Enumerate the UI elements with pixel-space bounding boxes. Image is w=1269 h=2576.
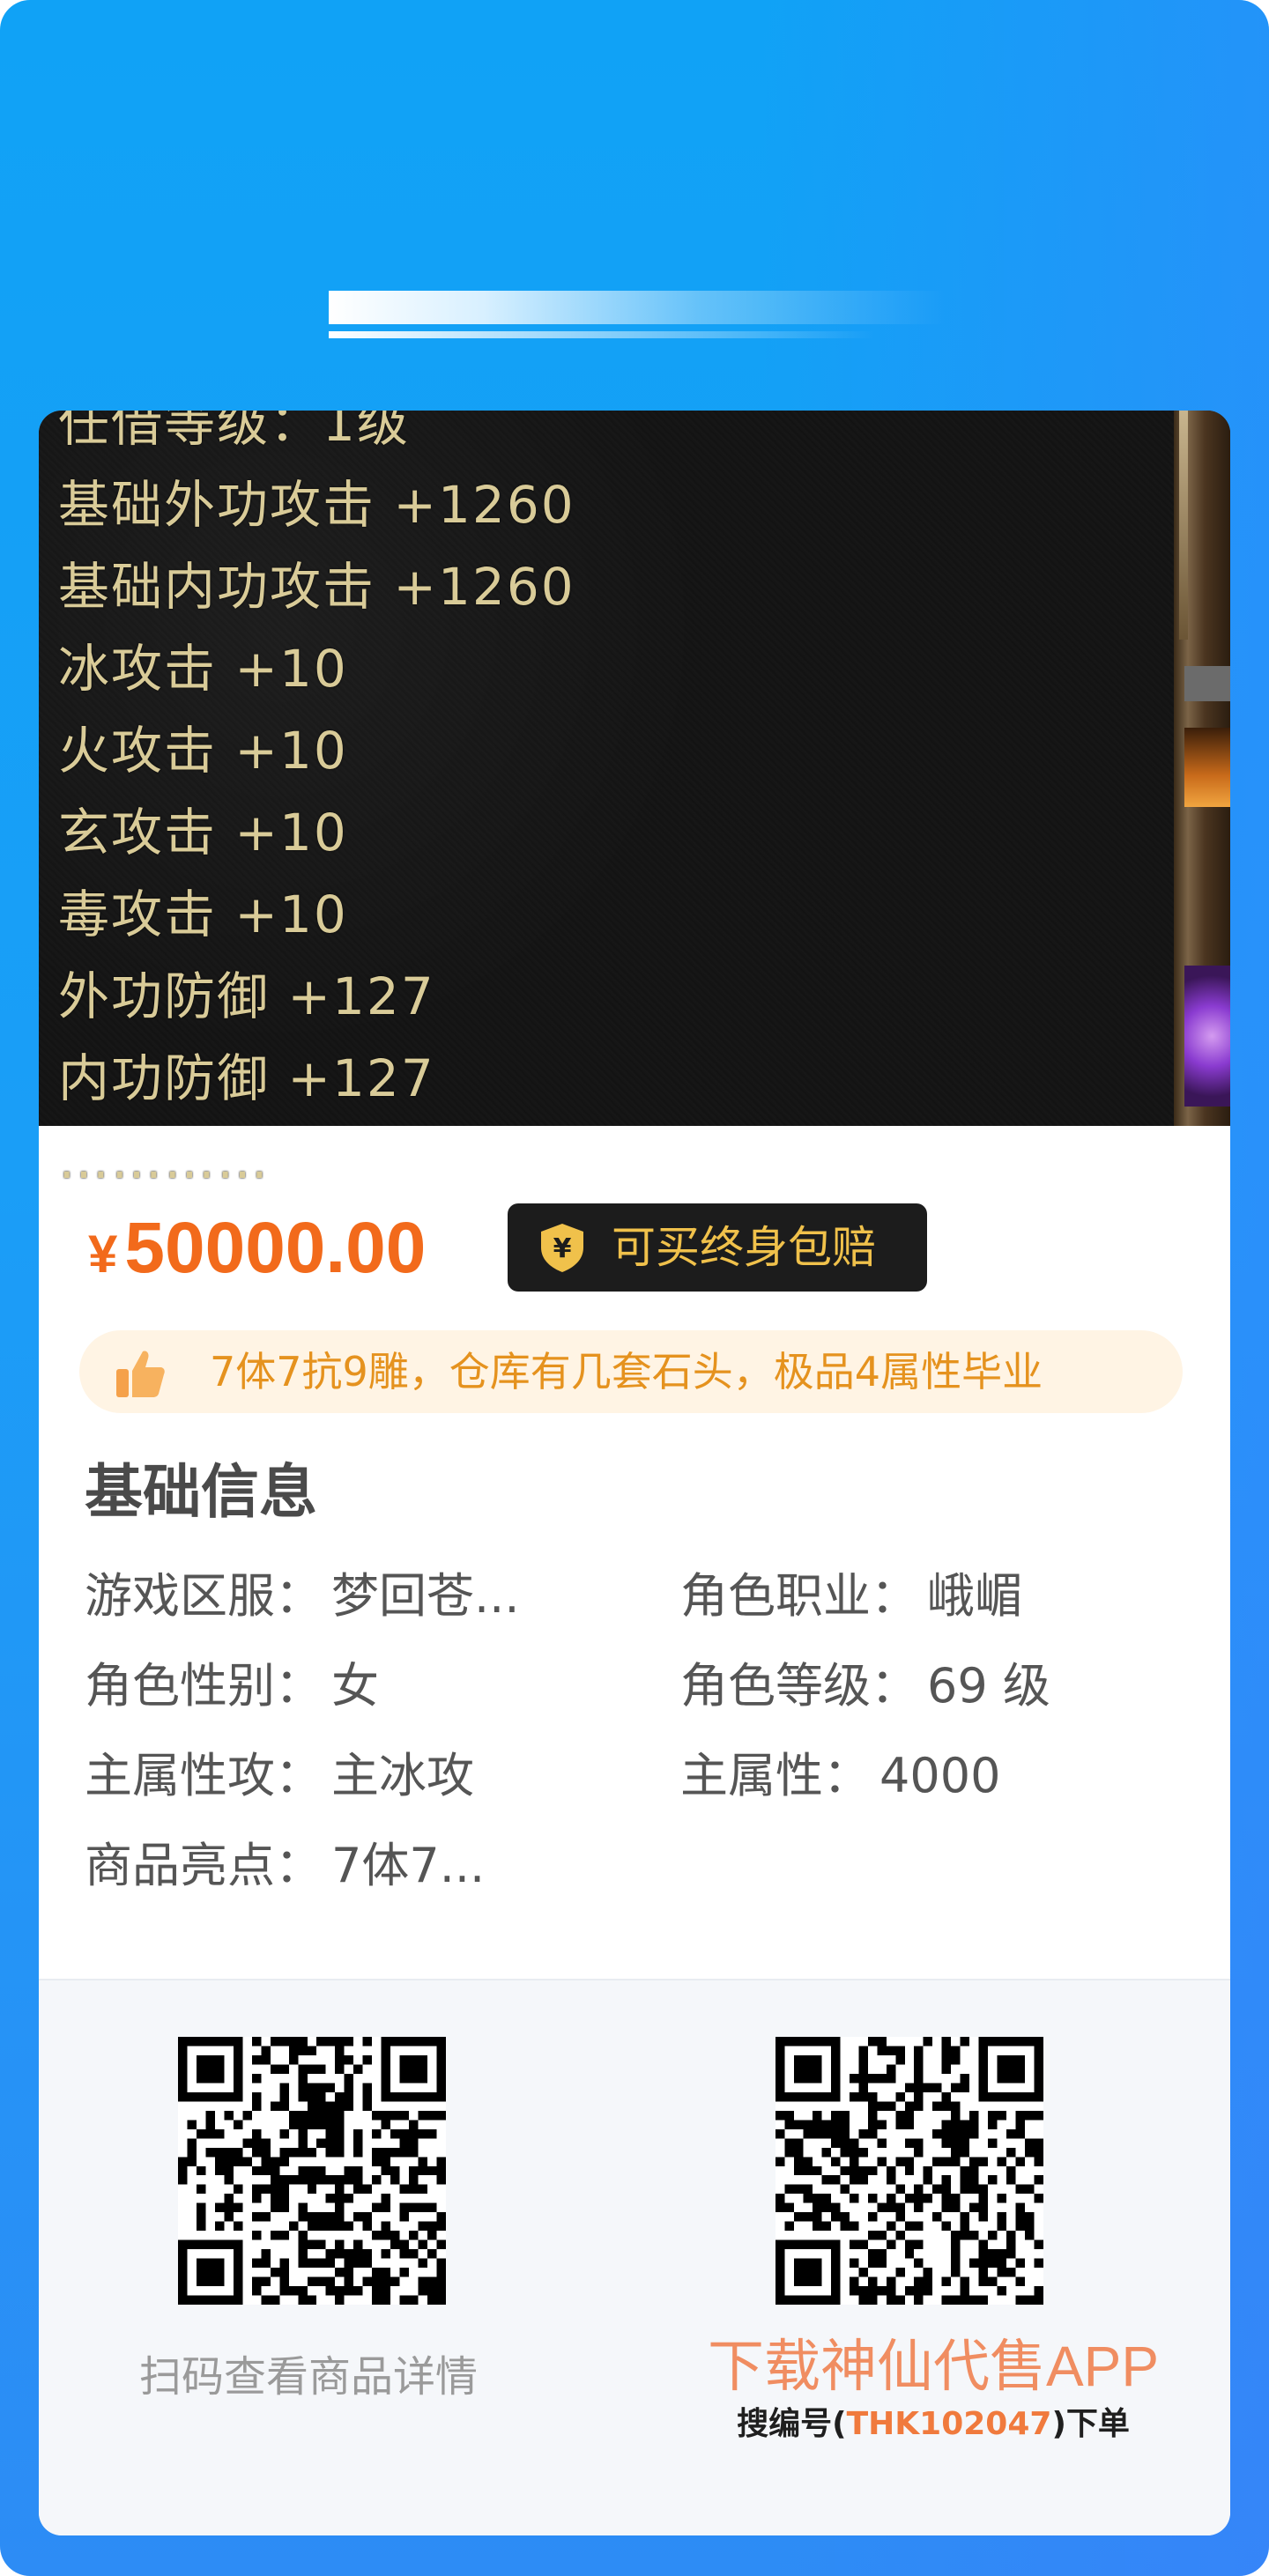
- attribute-line: 内功防御 +127: [58, 1048, 435, 1108]
- price: ¥50000.00: [88, 1209, 426, 1294]
- currency-symbol: ¥: [88, 1225, 118, 1284]
- price-row: ¥50000.00 ¥ 可买终身包赔: [88, 1203, 1190, 1292]
- shield-yuan-icon: ¥: [541, 1224, 583, 1272]
- info-row: 游戏区服： 梦回苍... 角色职业： 峨嵋: [85, 1561, 1195, 1651]
- info-class: 角色职业： 峨嵋: [680, 1568, 1022, 1624]
- product-qr-code[interactable]: [178, 2037, 446, 2305]
- attribute-line: 火攻击 +10: [58, 721, 348, 781]
- game-ui-sidebar: [1174, 411, 1230, 1126]
- page-background: 任借等级：1级 基础外功攻击 +1260 基础内功攻击 +1260 冰攻击 +1…: [0, 0, 1269, 2576]
- info-server: 游戏区服： 梦回苍...: [85, 1568, 520, 1624]
- highlight-text: 7体7抗9雕，仓库有几套石头，极品4属性毕业: [210, 1348, 1043, 1395]
- svg-text:¥: ¥: [553, 1233, 572, 1264]
- attribute-line: 玄攻击 +10: [58, 803, 348, 862]
- attribute-line: 基础外功攻击 +1260: [58, 475, 575, 535]
- brand-logo-banner: [329, 291, 946, 345]
- info-row: 角色性别：女 角色等级： 69 级: [85, 1651, 1195, 1741]
- price-amount: 50000.00: [124, 1208, 427, 1288]
- product-screenshot[interactable]: 任借等级：1级 基础外功攻击 +1260 基础内功攻击 +1260 冰攻击 +1…: [39, 411, 1230, 1190]
- info-level: 角色等级： 69 级: [680, 1658, 1050, 1714]
- attribute-line: 任借等级：1级: [58, 411, 410, 453]
- badge-label: 可买终身包赔: [612, 1222, 876, 1273]
- info-main-attribute: 主属性： 4000: [680, 1748, 1001, 1803]
- app-qr-code[interactable]: [776, 2037, 1043, 2305]
- info-row: 主属性攻： 主冰攻 主属性： 4000: [85, 1741, 1195, 1831]
- attribute-line: 外功防御 +127: [58, 966, 435, 1026]
- search-code-caption: 搜编号(THK102047)下单: [737, 2406, 1130, 2442]
- info-highlight: 商品亮点： 7体7...: [85, 1838, 486, 1893]
- lifetime-guarantee-badge[interactable]: ¥ 可买终身包赔: [508, 1203, 927, 1292]
- info-main-attack: 主属性攻： 主冰攻: [85, 1748, 474, 1803]
- highlight-banner: 7体7抗9雕，仓库有几套石头，极品4属性毕业: [79, 1330, 1183, 1413]
- product-card: 任借等级：1级 基础外功攻击 +1260 基础内功攻击 +1260 冰攻击 +1…: [39, 411, 1230, 2535]
- thumbs-up-icon: [116, 1351, 165, 1397]
- product-code: THK102047: [846, 2406, 1052, 2442]
- info-gender: 角色性别：女: [85, 1658, 379, 1714]
- section-title-basic-info: 基础信息: [85, 1458, 317, 1526]
- attribute-line: …………: [58, 1130, 270, 1190]
- attribute-line: 基础内功攻击 +1260: [58, 557, 575, 617]
- scan-caption: 扫码查看商品详情: [138, 2352, 478, 2402]
- download-app-caption: 下载神仙代售APP: [707, 2335, 1160, 2398]
- attribute-line: 冰攻击 +10: [58, 639, 348, 699]
- basic-info-grid: 游戏区服： 梦回苍... 角色职业： 峨嵋 角色性别：女 角色等级： 69 级 主属性…: [85, 1561, 1195, 1921]
- attribute-line: 毒攻击 +10: [58, 885, 348, 944]
- info-row: 商品亮点： 7体7...: [85, 1831, 1195, 1921]
- attribute-list: 任借等级：1级 基础外功攻击 +1260 基础内功攻击 +1260 冰攻击 +1…: [58, 411, 575, 1202]
- qr-footer: 扫码查看商品详情 下载神仙代售APP 搜编号(THK102047)下单: [39, 1979, 1230, 2535]
